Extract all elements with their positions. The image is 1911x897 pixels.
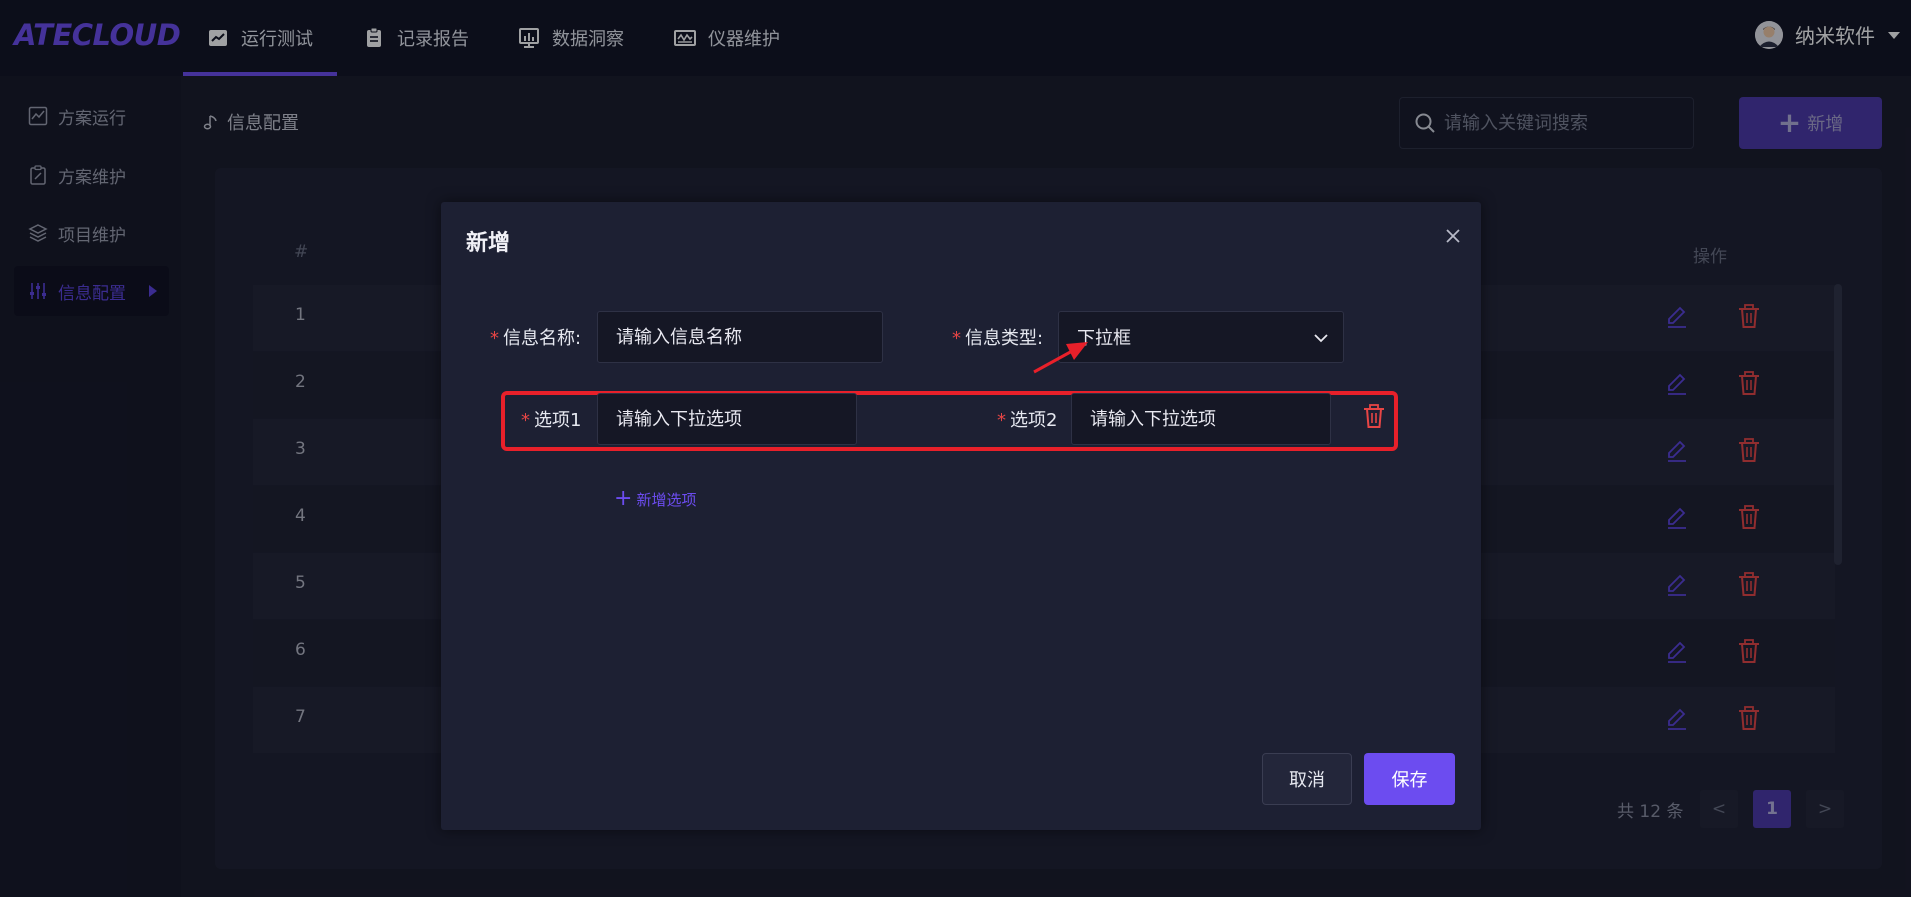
info-name-label: * 信息名称: <box>490 324 581 350</box>
add-dialog: 新增 <box>441 202 1481 830</box>
option1-label-text: 选项1 <box>534 410 582 431</box>
required-mark: * <box>490 328 499 349</box>
option1-field[interactable] <box>597 393 857 445</box>
cancel-button[interactable]: 取消 <box>1262 753 1352 805</box>
save-button[interactable]: 保存 <box>1364 753 1455 805</box>
option1-input[interactable] <box>616 408 856 430</box>
trash-icon[interactable] <box>1362 403 1386 429</box>
option2-label: * 选项2 <box>997 406 1057 432</box>
required-mark: * <box>997 410 1006 431</box>
option1-label: * 选项1 <box>521 406 581 432</box>
add-option-button[interactable]: + 新增选项 <box>614 488 696 510</box>
option2-field[interactable] <box>1071 393 1331 445</box>
info-name-field[interactable] <box>597 311 883 363</box>
required-mark: * <box>521 410 530 431</box>
info-name-input[interactable] <box>616 326 882 348</box>
dialog-title: 新增 <box>466 231 511 256</box>
close-icon[interactable] <box>1444 227 1462 245</box>
option2-label-text: 选项2 <box>1010 410 1058 431</box>
option2-input[interactable] <box>1090 408 1330 430</box>
info-type-select[interactable]: 下拉框 <box>1058 311 1344 363</box>
chevron-down-icon <box>1314 334 1328 343</box>
required-mark: * <box>952 328 961 349</box>
plus-icon: + <box>614 486 633 511</box>
annotation-arrow-icon <box>1033 342 1088 374</box>
add-option-label: 新增选项 <box>636 490 697 509</box>
info-name-label-text: 信息名称: <box>503 328 582 349</box>
